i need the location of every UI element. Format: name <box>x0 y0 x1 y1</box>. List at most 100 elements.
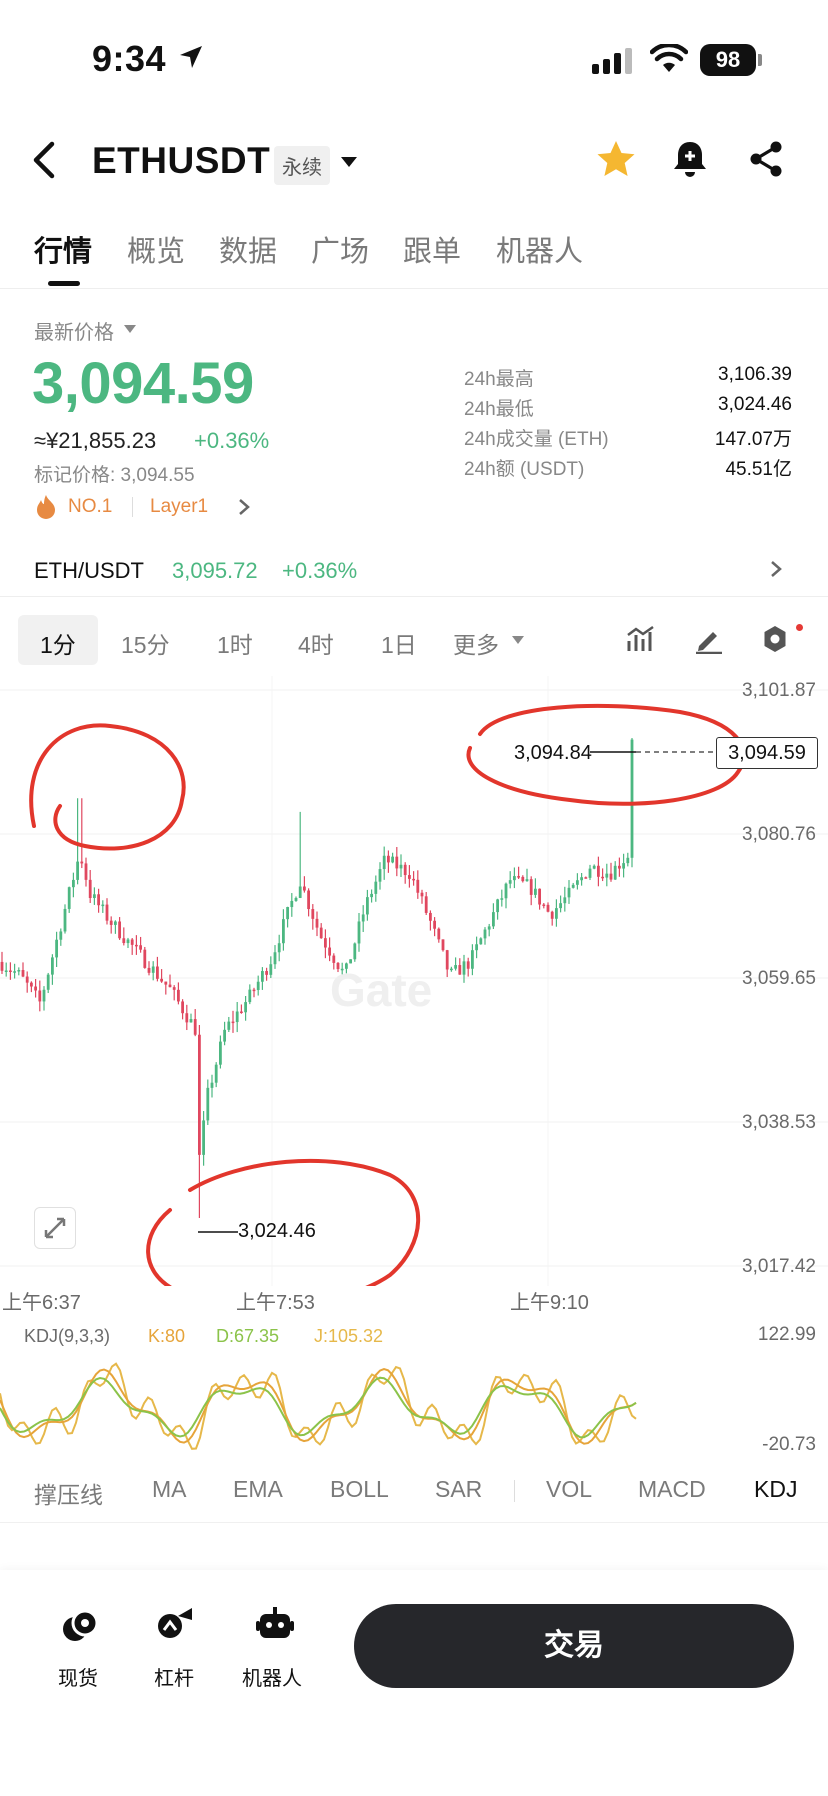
candle-body <box>374 881 378 894</box>
indicator-vol[interactable]: VOL <box>546 1476 592 1503</box>
candle-body <box>252 989 256 992</box>
price-alert-bell-icon[interactable] <box>672 140 708 178</box>
timeframe-1m[interactable]: 1分 <box>40 626 76 660</box>
nav-bots[interactable]: 机器人 <box>242 1662 302 1691</box>
timeframe-1h[interactable]: 1时 <box>217 626 253 660</box>
timeframe-4h[interactable]: 4时 <box>298 626 334 660</box>
candle-body <box>261 971 264 982</box>
timeframe-15m[interactable]: 15分 <box>121 626 170 660</box>
fullscreen-expand-button[interactable] <box>34 1207 76 1249</box>
spot-pair-price[interactable]: 3,095.72 <box>172 558 258 584</box>
kdj-d-line <box>0 1376 637 1439</box>
indicator-kdj[interactable]: KDJ <box>754 1476 797 1503</box>
nav-margin[interactable]: 杠杆 <box>154 1662 194 1691</box>
candle-body <box>429 912 432 921</box>
candle-body <box>416 879 420 893</box>
caret-down-icon[interactable] <box>340 156 358 168</box>
candle-body <box>13 971 16 973</box>
candle-body <box>130 939 134 945</box>
chevron-right-icon[interactable] <box>238 498 250 516</box>
candle-body <box>185 1013 189 1023</box>
rank-badge[interactable]: NO.1 <box>68 496 112 518</box>
candle-body <box>466 961 470 969</box>
candle-body <box>55 939 58 958</box>
candle-body <box>630 739 634 858</box>
candle-body <box>126 939 130 944</box>
indicator-separator <box>514 1480 515 1502</box>
candle-body <box>529 879 533 895</box>
caret-down-icon[interactable] <box>124 325 136 333</box>
candle-body <box>353 943 357 960</box>
candle-body <box>349 959 352 964</box>
candle-body <box>248 989 252 1003</box>
expand-arrows-icon <box>44 1217 66 1239</box>
back-arrow-icon[interactable] <box>30 140 58 180</box>
candle-body <box>156 966 159 979</box>
active-tab-indicator <box>48 281 80 286</box>
tab-market[interactable]: 行情 <box>34 228 92 270</box>
timeframe-1d[interactable]: 1日 <box>381 626 417 660</box>
category-tag[interactable]: Layer1 <box>150 496 208 518</box>
candle-body <box>471 950 474 969</box>
candle-body <box>30 982 33 987</box>
candle-body <box>135 944 138 947</box>
last-price-tag[interactable]: 3,094.59 <box>716 737 818 769</box>
tab-square[interactable]: 广场 <box>311 228 369 270</box>
indicator-ma[interactable]: MA <box>152 1476 187 1503</box>
candle-body <box>59 931 63 940</box>
cellular-signal-icon <box>592 48 632 74</box>
candle-body <box>143 949 147 968</box>
chevron-right-icon[interactable] <box>770 560 782 578</box>
nav-spot[interactable]: 现货 <box>58 1662 98 1691</box>
y-axis-tick: 3,101.87 <box>742 680 816 701</box>
candle-body <box>345 963 348 969</box>
candle-body <box>72 879 75 888</box>
indicator-macd[interactable]: MACD <box>638 1476 706 1503</box>
candle-body <box>63 908 67 932</box>
favorite-star-icon[interactable] <box>596 140 636 178</box>
kdj-indicator-chart[interactable] <box>0 1352 640 1462</box>
spot-pair-change[interactable]: +0.36% <box>282 558 357 584</box>
indicator-sar[interactable]: SAR <box>435 1476 482 1503</box>
indicator-chart-icon[interactable] <box>626 624 656 654</box>
tab-bots[interactable]: 机器人 <box>496 228 583 270</box>
candle-body <box>433 920 436 929</box>
caret-down-icon[interactable] <box>512 636 524 644</box>
candle-body <box>462 961 466 975</box>
candle-body <box>576 880 579 885</box>
share-icon[interactable] <box>748 140 784 178</box>
candle-body <box>340 968 344 971</box>
candle-body <box>202 1120 205 1155</box>
candlestick-chart[interactable]: Gate <box>0 676 828 1286</box>
chart-settings-gear-icon[interactable] <box>760 624 790 654</box>
candle-body <box>80 861 84 864</box>
candle-body <box>311 909 315 919</box>
drawing-pen-icon[interactable] <box>694 624 724 654</box>
candle-body <box>4 970 8 973</box>
candle-body <box>0 961 4 971</box>
latest-price-label[interactable]: 最新价格 <box>34 316 114 345</box>
tab-overview[interactable]: 概览 <box>127 228 185 270</box>
spot-pair-label[interactable]: ETH/USDT <box>34 558 144 584</box>
cny-price: ≈¥21,855.23 <box>34 428 157 453</box>
indicator-support-resistance[interactable]: 撑压线 <box>34 1476 103 1510</box>
margin-leverage-icon <box>158 1608 192 1638</box>
battery-indicator: 98 <box>700 44 756 76</box>
candle-body <box>584 877 588 879</box>
tab-copy-trade[interactable]: 跟单 <box>403 228 461 270</box>
symbol-title[interactable]: ETHUSDT <box>92 140 270 182</box>
candle-body <box>408 875 411 879</box>
candle-body <box>336 962 340 970</box>
tab-data[interactable]: 数据 <box>219 228 277 270</box>
candle-body <box>97 894 100 906</box>
trade-button[interactable]: 交易 <box>354 1604 794 1688</box>
indicator-boll[interactable]: BOLL <box>330 1476 389 1503</box>
indicator-ema[interactable]: EMA <box>233 1476 283 1503</box>
candle-body <box>265 971 268 975</box>
stat-24h-low-label: 24h最低 <box>464 399 534 420</box>
low-price-marker: 3,024.46 <box>238 1220 316 1242</box>
contract-type-badge[interactable]: 永续 <box>274 146 330 185</box>
timeframe-more[interactable]: 更多 <box>453 626 499 660</box>
candle-body <box>521 876 525 882</box>
candle-body <box>441 939 445 951</box>
